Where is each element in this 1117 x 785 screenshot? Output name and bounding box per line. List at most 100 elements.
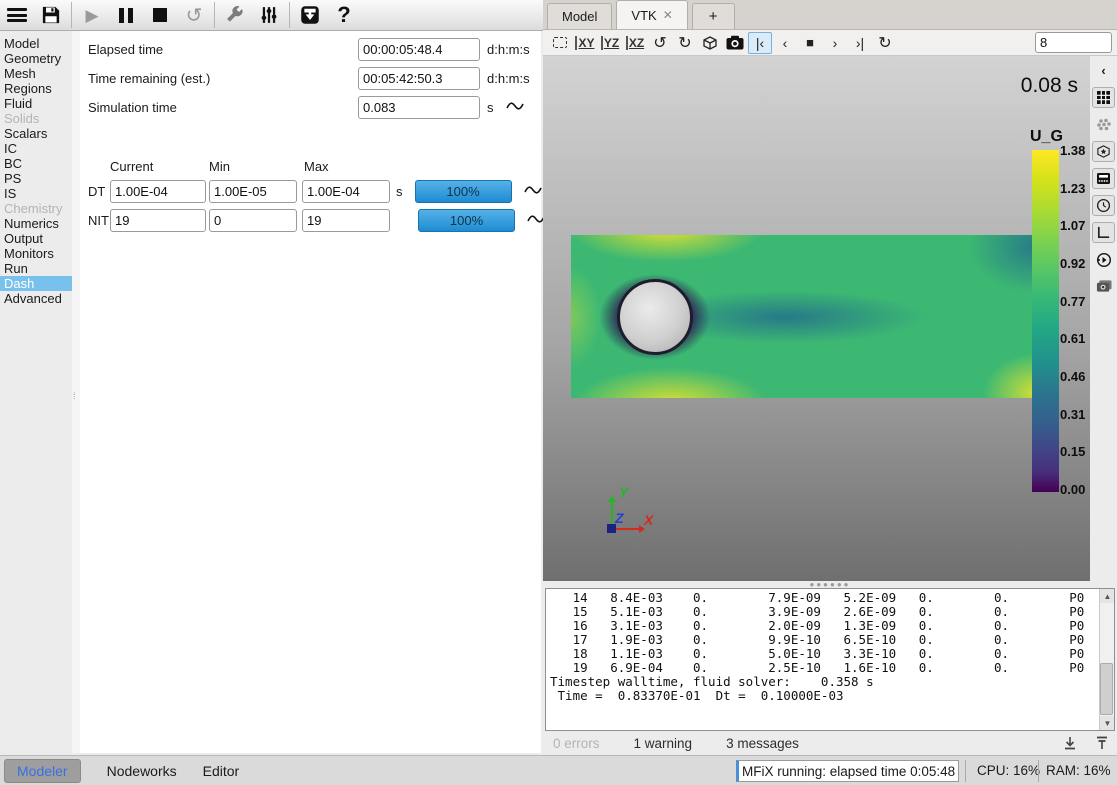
close-tab-icon[interactable]: ✕ bbox=[663, 8, 673, 22]
play-button[interactable]: ▶ bbox=[75, 1, 109, 29]
sidebar-item[interactable]: Fluid bbox=[0, 96, 72, 111]
reset-button[interactable]: ↺ bbox=[177, 1, 211, 29]
help-button[interactable]: ? bbox=[327, 1, 361, 29]
sidebar-item[interactable]: Output bbox=[0, 231, 72, 246]
scroll-to-bottom-icon[interactable] bbox=[1063, 736, 1077, 750]
toggle-cells-button[interactable] bbox=[1092, 168, 1115, 189]
next-frame-button[interactable]: › bbox=[823, 32, 847, 54]
scrollbar-thumb[interactable] bbox=[1100, 663, 1113, 715]
rotate-left-icon: ↺ bbox=[653, 33, 666, 53]
last-frame-icon: ›| bbox=[856, 35, 864, 51]
sidebar-item[interactable]: Dash bbox=[0, 276, 72, 291]
sidebar-item[interactable]: Solids bbox=[0, 111, 72, 126]
sidebar-item[interactable]: Geometry bbox=[0, 51, 72, 66]
view-xz-button[interactable]: XZ bbox=[623, 32, 647, 54]
hamburger-icon bbox=[7, 8, 27, 22]
time-settings-button[interactable] bbox=[1092, 195, 1115, 216]
sidebar-item[interactable]: Advanced bbox=[0, 291, 72, 306]
toggle-geometry-button[interactable] bbox=[1092, 141, 1115, 162]
z-axis-label: Z bbox=[615, 510, 624, 526]
menu-button[interactable] bbox=[0, 1, 34, 29]
time-remaining-field[interactable] bbox=[358, 67, 480, 90]
view-xy-button[interactable]: XY bbox=[573, 32, 597, 54]
dt-table-header: Current Min Max bbox=[88, 159, 329, 174]
collapse-panel-button[interactable]: ‹ bbox=[1092, 60, 1115, 81]
reset-view-button[interactable] bbox=[548, 32, 572, 54]
messages-count[interactable]: 3 messages bbox=[726, 736, 799, 751]
elapsed-time-field[interactable] bbox=[358, 38, 480, 61]
colorbar-tick: 0.15 bbox=[1060, 445, 1085, 458]
sidebar-item[interactable]: PS bbox=[0, 171, 72, 186]
tab-modeler[interactable]: Modeler bbox=[4, 759, 81, 783]
sidebar-item[interactable]: Numerics bbox=[0, 216, 72, 231]
rotate-left-button[interactable]: ↺ bbox=[648, 32, 672, 54]
scroll-up-icon[interactable]: ▲ bbox=[1100, 589, 1115, 603]
repeat-button[interactable]: ↻ bbox=[873, 32, 897, 54]
elapsed-time-label: Elapsed time bbox=[88, 42, 358, 57]
errors-count[interactable]: 0 errors bbox=[553, 736, 600, 751]
camera-stack-icon bbox=[1096, 279, 1112, 294]
tab-vtk[interactable]: VTK ✕ bbox=[616, 0, 687, 29]
nit-min-field[interactable] bbox=[209, 209, 297, 232]
stop-button[interactable] bbox=[143, 1, 177, 29]
vtk-canvas[interactable]: 0.08 s U_G 1.381.231.070.920.770.610.460… bbox=[543, 56, 1090, 581]
sidebar-item[interactable]: Regions bbox=[0, 81, 72, 96]
nit-max-field[interactable] bbox=[302, 209, 390, 232]
plot-dt-button[interactable] bbox=[524, 184, 542, 199]
sidebar-item[interactable]: Run bbox=[0, 261, 72, 276]
pause-button[interactable] bbox=[109, 1, 143, 29]
tab-model[interactable]: Model bbox=[547, 3, 612, 29]
first-frame-button[interactable]: |‹ bbox=[748, 32, 772, 54]
nit-current-field[interactable] bbox=[110, 209, 206, 232]
sidebar-item[interactable]: IC bbox=[0, 141, 72, 156]
screenshot-button[interactable] bbox=[723, 32, 747, 54]
terminal-scrollbar[interactable]: ▲ ▼ bbox=[1099, 589, 1114, 730]
sidebar-item[interactable]: Model bbox=[0, 36, 72, 51]
snapshot-settings-button[interactable] bbox=[1092, 276, 1115, 297]
panel-splitter[interactable]: ⁞ bbox=[72, 31, 80, 753]
sidebar-item[interactable]: Chemistry bbox=[0, 201, 72, 216]
tab-nodeworks[interactable]: Nodeworks bbox=[107, 763, 177, 779]
frame-number-field[interactable] bbox=[1035, 32, 1112, 53]
view-panel: Model VTK ✕ + XY YZ XZ ↺ ↻ |‹ ‹ ■ › ›| bbox=[543, 0, 1117, 755]
tab-add[interactable]: + bbox=[692, 3, 735, 29]
simulation-time-field[interactable] bbox=[358, 96, 480, 119]
export-button[interactable] bbox=[293, 1, 327, 29]
save-button[interactable] bbox=[34, 1, 68, 29]
sliders-icon bbox=[260, 6, 278, 24]
solver-output-terminal[interactable]: 14 8.4E-03 0. 7.9E-09 5.2E-09 0. 0. P0 1… bbox=[545, 588, 1115, 731]
simulation-time-unit: s bbox=[487, 100, 494, 115]
plot-sim-time-button[interactable] bbox=[506, 100, 524, 115]
play-settings-button[interactable] bbox=[1092, 249, 1115, 270]
scroll-down-icon[interactable]: ▼ bbox=[1100, 716, 1115, 730]
scroll-to-top-icon[interactable] bbox=[1095, 736, 1109, 750]
view-yz-button[interactable]: YZ bbox=[598, 32, 622, 54]
toggle-mesh-button[interactable] bbox=[1092, 87, 1115, 108]
time-remaining-unit: d:h:m:s bbox=[487, 71, 530, 86]
rotate-right-button[interactable]: ↻ bbox=[673, 32, 697, 54]
stop-playback-button[interactable]: ■ bbox=[798, 32, 822, 54]
x-axis-label: X bbox=[644, 512, 653, 528]
settings-button[interactable] bbox=[252, 1, 286, 29]
sidebar-item[interactable]: IS bbox=[0, 186, 72, 201]
dt-current-field[interactable] bbox=[110, 180, 206, 203]
toggle-particles-button[interactable] bbox=[1092, 114, 1115, 135]
dt-max-field[interactable] bbox=[302, 180, 390, 203]
sidebar-item[interactable]: Mesh bbox=[0, 66, 72, 81]
perspective-button[interactable] bbox=[698, 32, 722, 54]
sidebar-item[interactable]: BC bbox=[0, 156, 72, 171]
prev-frame-button[interactable]: ‹ bbox=[773, 32, 797, 54]
warnings-count[interactable]: 1 warning bbox=[634, 736, 693, 751]
build-button[interactable] bbox=[218, 1, 252, 29]
sidebar-item[interactable]: Monitors bbox=[0, 246, 72, 261]
nav-sidebar: Model Geometry Mesh Regions Fluid Solids… bbox=[0, 31, 72, 753]
min-header: Min bbox=[209, 159, 304, 174]
sidebar-item[interactable]: Scalars bbox=[0, 126, 72, 141]
last-frame-button[interactable]: ›| bbox=[848, 32, 872, 54]
colorbar-tick: 1.23 bbox=[1060, 182, 1085, 195]
axes-settings-button[interactable] bbox=[1092, 222, 1115, 243]
reset-icon: ↺ bbox=[186, 3, 203, 28]
terminal-splitter[interactable]: ●●●●●● bbox=[543, 581, 1117, 588]
dt-min-field[interactable] bbox=[209, 180, 297, 203]
tab-editor[interactable]: Editor bbox=[203, 763, 240, 779]
